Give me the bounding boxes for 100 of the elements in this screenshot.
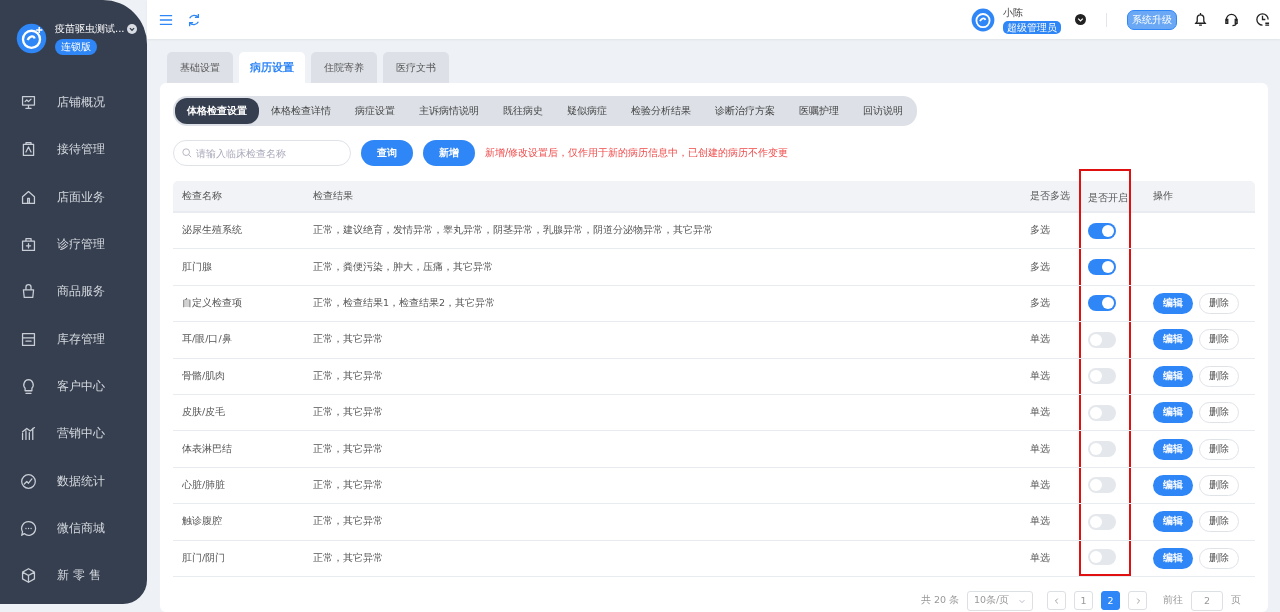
toggle-switch[interactable] (1088, 441, 1116, 458)
store-name: 疫苗驱虫测试... (55, 22, 125, 36)
goto-label: 前往 (1163, 594, 1183, 608)
toggle-switch[interactable] (1088, 295, 1116, 312)
add-button[interactable]: 新增 (423, 140, 475, 166)
table-cell-text: 肛门腺 (181, 259, 213, 274)
box-icon (20, 330, 37, 348)
headset-icon[interactable] (1224, 12, 1239, 27)
table-cell-text: 体表淋巴结 (181, 441, 233, 456)
user-name: 小陈 (1003, 5, 1023, 20)
search-field[interactable]: 请输入临床检查名称 (173, 140, 351, 166)
edit-button[interactable]: 编辑 (1153, 547, 1193, 569)
delete-button[interactable]: 删除 (1199, 438, 1239, 460)
menu-icon[interactable] (159, 12, 173, 27)
sidebar-item[interactable]: 微信商城 (0, 504, 147, 552)
toggle-switch[interactable] (1088, 549, 1116, 566)
table-cell-text: 单选 (1029, 477, 1051, 492)
avatar-icon (971, 7, 995, 32)
edit-button[interactable]: 编辑 (1153, 402, 1193, 424)
subtab[interactable]: 主诉病情说明 (407, 98, 491, 124)
column-header: 检查结果 (312, 188, 354, 203)
edit-button[interactable]: 编辑 (1153, 474, 1193, 496)
sidebar-item[interactable]: 诊疗管理 (0, 220, 147, 269)
subtab[interactable]: 疑似病症 (555, 98, 619, 124)
subtab[interactable]: 检验分析结果 (619, 98, 703, 124)
clock-icon[interactable] (1255, 12, 1270, 27)
toggle-switch[interactable] (1088, 368, 1116, 385)
subtab[interactable]: 医嘱护理 (787, 98, 851, 124)
delete-button[interactable]: 删除 (1199, 474, 1239, 496)
subtab[interactable]: 回访说明 (851, 98, 915, 124)
cube-icon (20, 567, 37, 585)
toggle-switch[interactable] (1088, 513, 1116, 530)
edit-button[interactable]: 编辑 (1153, 438, 1193, 460)
role-badge: 超级管理员 (1003, 20, 1061, 34)
toggle-switch[interactable] (1088, 404, 1116, 421)
page-unit-label: 页 (1231, 594, 1241, 608)
edit-button[interactable]: 编辑 (1153, 511, 1193, 533)
bag-icon (20, 283, 37, 301)
tab[interactable]: 住院寄养 (311, 52, 377, 83)
table-cell-text: 单选 (1029, 514, 1051, 529)
tab[interactable]: 医疗文书 (383, 52, 449, 83)
delete-button[interactable]: 删除 (1199, 511, 1239, 533)
table-cell-text: 单选 (1029, 441, 1051, 456)
table-cell-text: 多选 (1029, 223, 1051, 238)
edit-button[interactable]: 编辑 (1153, 329, 1193, 351)
column-header: 是否多选 (1029, 188, 1071, 203)
subtab[interactable]: 体格检查设置 (175, 98, 259, 124)
sidebar-item[interactable]: 营销中心 (0, 410, 147, 458)
sidebar-item[interactable]: 数据统计 (0, 457, 147, 505)
delete-button[interactable]: 删除 (1199, 365, 1239, 387)
subtab[interactable]: 诊断治疗方案 (703, 98, 787, 124)
total-count: 共 20 条 (920, 594, 959, 608)
notice-text: 新增/修改设置后，仅作用于新的病历信息中，已创建的病历不作变更 (485, 146, 789, 160)
table-cell-text: 泌尿生殖系统 (181, 223, 243, 238)
sidebar-item[interactable]: 店铺概况 (0, 79, 147, 127)
delete-button[interactable]: 删除 (1199, 292, 1239, 314)
sidebar-item[interactable]: 商品服务 (0, 268, 147, 316)
sidebar-item[interactable]: 库存管理 (0, 315, 147, 363)
chevron-down-icon[interactable] (126, 24, 137, 34)
delete-button[interactable]: 删除 (1199, 547, 1239, 569)
logo-icon (16, 23, 47, 54)
sidebar-item[interactable]: 接待管理 (0, 126, 147, 174)
sidebar-item[interactable]: 新 零 售 (0, 551, 147, 600)
tab[interactable]: 病历设置 (239, 52, 305, 83)
edit-button[interactable]: 编辑 (1153, 365, 1193, 387)
search-icon (182, 148, 192, 158)
subtab[interactable]: 病症设置 (343, 98, 407, 124)
sidebar-item[interactable]: 店面业务 (0, 173, 147, 221)
toggle-switch[interactable] (1088, 259, 1116, 276)
page-button[interactable]: 2 (1101, 591, 1120, 611)
table-cell-text: 单选 (1029, 405, 1051, 420)
edit-button[interactable]: 编辑 (1153, 292, 1193, 314)
toggle-switch[interactable] (1088, 477, 1116, 494)
table-cell-text: 正常，其它异常 (312, 441, 384, 456)
subtab[interactable]: 体格检查详情 (259, 98, 343, 124)
table-cell-text: 耳/眼/口/鼻 (181, 332, 233, 347)
sidebar-item[interactable]: 客户中心 (0, 362, 147, 411)
table-cell-text: 正常，其它异常 (312, 368, 384, 383)
toggle-switch[interactable] (1088, 331, 1116, 348)
dropdown-icon[interactable] (1075, 14, 1086, 25)
chat-icon (20, 519, 37, 537)
table-cell-text: 正常，其它异常 (312, 550, 384, 565)
table-cell-text: 触诊腹腔 (181, 514, 223, 529)
column-header: 操作 (1152, 188, 1174, 203)
delete-button[interactable]: 删除 (1199, 402, 1239, 424)
chevron-left-icon (1052, 596, 1061, 605)
monitor-icon (20, 94, 37, 112)
clipboard-icon (20, 141, 37, 159)
query-button[interactable]: 查询 (361, 140, 413, 166)
house-icon (20, 188, 37, 206)
subtab[interactable]: 既往病史 (491, 98, 555, 124)
table-cell-text: 正常，其它异常 (312, 405, 384, 420)
column-header: 检查名称 (181, 188, 223, 203)
trend-icon (20, 472, 37, 490)
bell-icon[interactable] (1193, 12, 1208, 27)
table-cell-text: 单选 (1029, 550, 1051, 565)
tab[interactable]: 基础设置 (167, 52, 233, 83)
refresh-icon[interactable] (187, 12, 201, 27)
delete-button[interactable]: 删除 (1199, 329, 1239, 351)
toggle-switch[interactable] (1088, 222, 1116, 239)
